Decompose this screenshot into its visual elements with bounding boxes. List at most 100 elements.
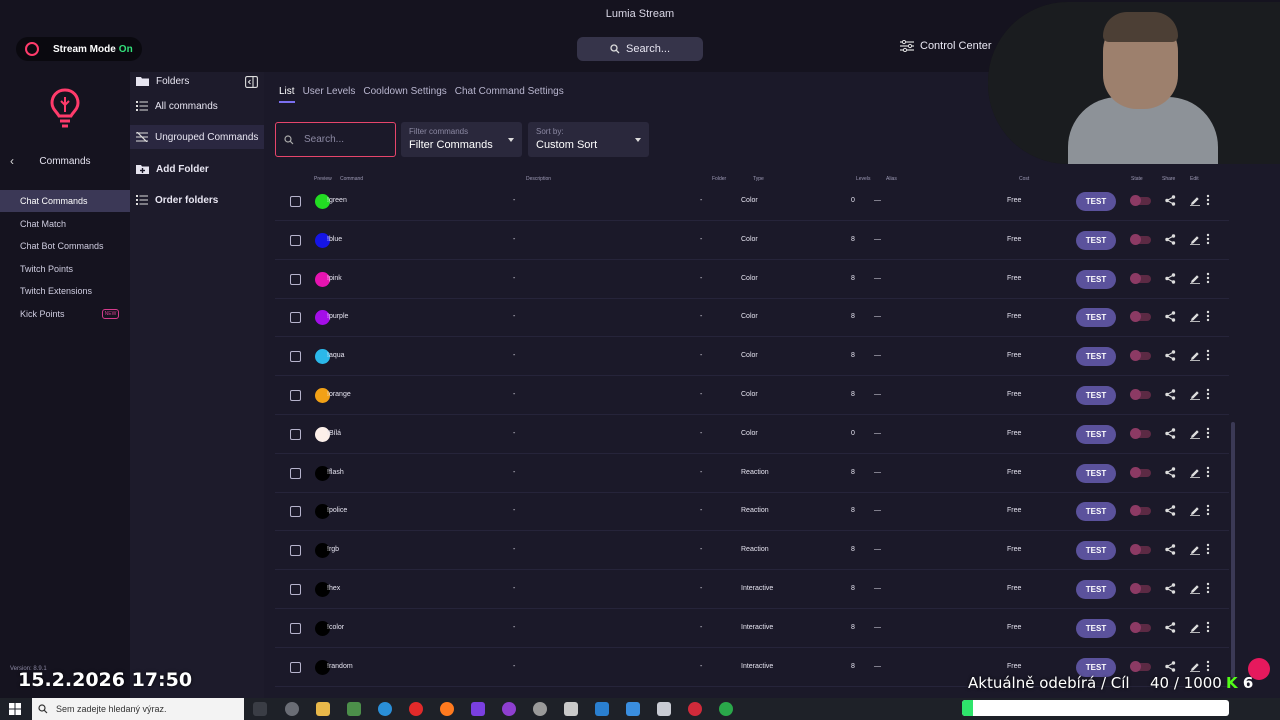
edit-icon[interactable] [1190,583,1200,597]
taskbar-search-input[interactable]: Sem zadejte hledaný výraz. [32,698,244,720]
edit-icon[interactable] [1190,195,1200,209]
folder-all-commands[interactable]: All commands [130,94,264,118]
state-toggle[interactable] [1130,311,1151,323]
nav-item-twitch-extensions[interactable]: Twitch Extensions [0,280,130,302]
table-row[interactable]: !green - - Color 0 — Free TEST [275,183,1229,221]
row-checkbox[interactable] [290,351,301,363]
row-checkbox[interactable] [290,545,301,557]
more-options-icon[interactable] [1206,194,1210,209]
share-icon[interactable] [1165,389,1176,403]
edit-icon[interactable] [1190,273,1200,287]
test-button[interactable]: TEST [1076,230,1116,250]
table-row[interactable]: !purple - - Color 8 — Free TEST [275,299,1229,338]
row-checkbox[interactable] [290,506,301,518]
state-toggle[interactable] [1130,389,1151,400]
more-options-icon[interactable] [1206,621,1210,636]
edit-icon[interactable] [1190,661,1200,675]
share-icon[interactable] [1165,622,1176,636]
table-row[interactable]: !rgb - - Reaction 8 — Free TEST [275,532,1229,571]
edit-icon[interactable] [1190,622,1200,636]
state-toggle[interactable] [1130,427,1151,439]
share-icon[interactable] [1165,505,1176,519]
app-icon-9[interactable] [719,702,733,716]
command-name[interactable]: !green [327,197,347,204]
add-folder-button[interactable]: Add Folder [130,157,264,181]
table-row[interactable]: !pink - - Color 8 — Free TEST [275,261,1229,299]
state-toggle[interactable] [1130,272,1151,284]
windows-start-icon[interactable] [9,703,21,715]
more-options-icon[interactable] [1206,427,1210,442]
row-checkbox[interactable] [290,390,301,401]
more-options-icon[interactable] [1206,582,1210,597]
test-button[interactable]: TEST [1076,541,1116,561]
command-name[interactable]: !orange [327,391,351,398]
more-options-icon[interactable] [1206,504,1210,519]
command-name[interactable]: !pink [327,275,342,282]
order-folders-button[interactable]: Order folders [130,188,264,212]
table-row[interactable]: !flash - - Reaction 8 — Free TEST [275,455,1229,493]
more-options-icon[interactable] [1206,233,1210,248]
share-icon[interactable] [1165,466,1176,481]
sort-by-dropdown[interactable]: Sort by: Custom Sort [528,122,649,157]
share-icon[interactable] [1165,234,1176,248]
table-row[interactable]: !police - - Reaction 8 — Free TEST [275,493,1229,532]
notification-dot-icon[interactable] [1248,658,1270,680]
command-search-input[interactable]: Search... [275,122,396,157]
tab-cooldown-settings[interactable]: Cooldown Settings [363,86,446,103]
nav-item-chat-match[interactable]: Chat Match [0,213,130,235]
tab-chat-command-settings[interactable]: Chat Command Settings [455,86,564,103]
test-button[interactable]: TEST [1076,308,1116,328]
state-toggle[interactable] [1130,505,1151,517]
state-toggle[interactable] [1130,660,1151,672]
col-command[interactable]: Command [340,176,363,182]
edit-icon[interactable] [1190,234,1200,248]
collapse-panel-icon[interactable] [245,76,258,88]
stream-mode-toggle[interactable]: Stream Mode On [16,37,142,61]
test-button[interactable]: TEST [1076,580,1116,599]
more-options-icon[interactable] [1206,543,1210,558]
test-button[interactable]: TEST [1076,269,1116,289]
state-toggle[interactable] [1130,466,1151,478]
obs-icon[interactable] [285,702,299,716]
table-row[interactable]: !hex - - Interactive 8 — Free TEST [275,571,1229,609]
command-name[interactable]: !flash [327,469,344,476]
edit-icon[interactable] [1190,505,1200,519]
store-icon[interactable] [347,702,361,716]
more-options-icon[interactable] [1206,272,1210,287]
share-icon[interactable] [1165,311,1176,325]
more-options-icon[interactable] [1206,310,1210,325]
row-checkbox[interactable] [290,584,301,595]
share-icon[interactable] [1165,350,1176,364]
more-options-icon[interactable] [1206,388,1210,403]
state-toggle[interactable] [1130,544,1151,556]
nav-item-chat-commands[interactable]: Chat Commands [0,190,130,212]
command-name[interactable]: !hex [327,585,340,592]
row-checkbox[interactable] [290,196,301,207]
edit-icon[interactable] [1190,389,1200,403]
more-options-icon[interactable] [1206,466,1210,481]
command-name[interactable]: !color [327,624,344,631]
app-icon-8[interactable] [688,702,702,716]
share-icon[interactable] [1165,195,1176,209]
nav-item-kick-points[interactable]: Kick Points NEW [0,303,130,325]
task-view-icon[interactable] [253,702,267,716]
command-name[interactable]: !rgb [327,546,339,553]
edit-icon[interactable] [1190,350,1200,364]
row-checkbox[interactable] [290,312,301,324]
app-icon-3[interactable] [533,702,547,716]
test-button[interactable]: TEST [1076,618,1116,638]
command-name[interactable]: !police [327,507,347,514]
table-row[interactable]: !blue - - Color 8 — Free TEST [275,222,1229,260]
filter-commands-dropdown[interactable]: Filter commands Filter Commands [401,122,522,157]
table-row[interactable]: !aqua - - Color 8 — Free TEST [275,338,1229,377]
app-icon-2[interactable] [502,702,516,716]
table-row[interactable]: !Bílá - - Color 0 — Free TEST [275,416,1229,454]
state-toggle[interactable] [1130,195,1151,206]
command-name[interactable]: !random [327,663,353,670]
test-button[interactable]: TEST [1076,386,1116,405]
opera-icon[interactable] [409,702,423,716]
app-icon-6[interactable] [626,702,640,716]
more-options-icon[interactable] [1206,660,1210,675]
nav-item-twitch-points[interactable]: Twitch Points [0,258,130,280]
state-toggle[interactable] [1130,350,1151,362]
